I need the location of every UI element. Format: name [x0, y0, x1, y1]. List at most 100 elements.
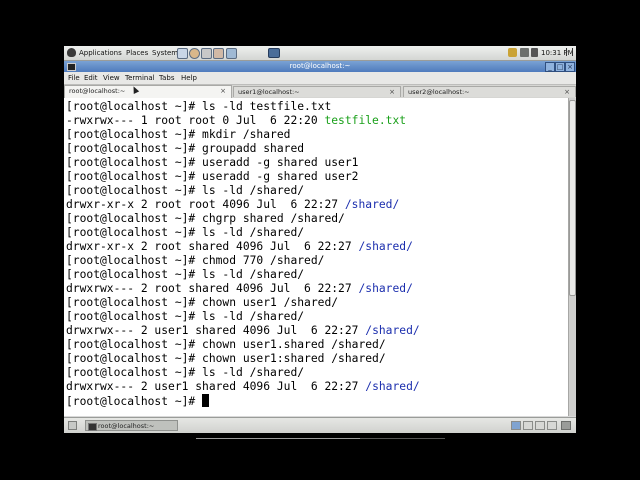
scrollbar-thumb[interactable] [569, 100, 576, 296]
terminal-app-icon[interactable] [67, 63, 76, 71]
terminal-line-text: drwxr-xr-x 2 root root 4096 Jul 6 22:27 [66, 198, 345, 211]
terminal-task-icon [88, 423, 97, 431]
note-icon[interactable] [226, 48, 237, 59]
trash-icon[interactable] [561, 421, 571, 430]
terminal-line-text: [root@localhost ~]# chown user1:shared /… [66, 352, 386, 365]
terminal-line: [root@localhost ~]# chown user1.shared /… [66, 338, 386, 352]
system-menu[interactable]: System [152, 49, 178, 57]
terminal-line: drwxrwx--- 2 user1 shared 4096 Jul 6 22:… [66, 324, 420, 338]
desktop-screen: Applications Places System 10:31 PM root… [64, 46, 576, 433]
terminal-line: [root@localhost ~]# ls -ld /shared/ [66, 310, 304, 324]
terminal-line: [root@localhost ~]# chown user1:shared /… [66, 352, 386, 366]
launcher-icon[interactable] [177, 48, 188, 59]
terminal-line: [root@localhost ~]# ls -ld /shared/ [66, 268, 304, 282]
editor-icon[interactable] [213, 48, 224, 59]
terminal-line-highlight: /shared/ [344, 198, 400, 211]
terminal-line: drwxr-xr-x 2 root root 4096 Jul 6 22:27 … [66, 198, 399, 212]
terminal-line-text: [root@localhost ~]# ls -ld /shared/ [66, 226, 305, 239]
network-icon[interactable] [520, 48, 529, 57]
bottom-panel: root@localhost:~ [64, 417, 576, 433]
window-title-bar[interactable]: root@localhost:~ _ □ × [64, 61, 576, 72]
terminal-line: [root@localhost ~]# useradd -g shared us… [66, 156, 358, 170]
update-notifier-icon[interactable] [508, 48, 517, 57]
terminal-line-text: [root@localhost ~]# ls -ld /shared/ [66, 366, 305, 379]
tab-close-icon[interactable]: × [389, 87, 395, 98]
terminal-line: drwxrwx--- 2 user1 shared 4096 Jul 6 22:… [66, 380, 420, 394]
mail-icon[interactable] [201, 48, 212, 59]
terminal-line-text: [root@localhost ~]# ls -ld /shared/ [66, 184, 305, 197]
menu-bar: File Edit View Terminal Tabs Help [64, 72, 576, 85]
menu-tabs[interactable]: Tabs [159, 72, 175, 84]
taskbar-window-button[interactable]: root@localhost:~ [85, 420, 178, 431]
volume-icon[interactable] [531, 48, 538, 57]
terminal-line-highlight: /shared/ [365, 380, 420, 393]
terminal-line-text: [root@localhost ~]# ls -ld /shared/ [66, 268, 305, 281]
terminal-line-text: [root@localhost ~]# chmod 770 /shared/ [66, 254, 325, 267]
terminal-line-text: drwxrwx--- 2 user1 shared 4096 Jul 6 22:… [66, 380, 366, 393]
terminal-line: [root@localhost ~]# chgrp shared /shared… [66, 212, 345, 226]
terminal-line: [root@localhost ~]# [66, 394, 210, 408]
terminal-output[interactable]: [root@localhost ~]# ls -ld testfile.txt -… [64, 98, 568, 416]
gnome-foot-icon[interactable] [67, 48, 76, 57]
terminal-line-text: [root@localhost ~]# chgrp shared /shared… [66, 212, 345, 225]
terminal-line-text: [root@localhost ~]# useradd -g shared us… [66, 156, 359, 169]
video-progress-fill [196, 438, 361, 439]
terminal-line: [root@localhost ~]# ls -ld testfile.txt [66, 100, 331, 114]
tab-bar: root@localhost:~ × user1@localhost:~ × u… [64, 85, 576, 99]
tab-label: user2@localhost:~ [408, 88, 470, 96]
workspace-1[interactable] [511, 421, 521, 430]
terminal-line: drwxr-xr-x 2 root shared 4096 Jul 6 22:2… [66, 240, 413, 254]
workspace-4[interactable] [547, 421, 557, 430]
terminal-line-highlight: /shared/ [358, 282, 413, 295]
close-button[interactable]: × [565, 62, 575, 72]
terminal-line: [root@localhost ~]# ls -ld /shared/ [66, 184, 304, 198]
show-desktop-button[interactable] [68, 421, 77, 430]
terminal-line: [root@localhost ~]# mkdir /shared [66, 128, 290, 142]
terminal-line-text: drwxrwx--- 2 root shared 4096 Jul 6 22:2… [66, 282, 359, 295]
terminal-line: drwxrwx--- 2 root shared 4096 Jul 6 22:2… [66, 282, 413, 296]
text-cursor [202, 394, 210, 407]
tab-label: root@localhost:~ [69, 87, 126, 95]
terminal-line: [root@localhost ~]# ls -ld /shared/ [66, 226, 304, 240]
tab-label: user1@localhost:~ [238, 88, 300, 96]
terminal-line: [root@localhost ~]# chown user1 /shared/ [66, 296, 338, 310]
terminal-line-text: [root@localhost ~]# ls -ld testfile.txt [66, 100, 332, 113]
menu-terminal[interactable]: Terminal [125, 72, 155, 84]
taskbar-window-label: root@localhost:~ [98, 422, 155, 430]
workspace-2[interactable] [523, 421, 533, 430]
tab-user1[interactable]: user1@localhost:~ × [233, 86, 401, 97]
tab-user2[interactable]: user2@localhost:~ × [403, 86, 576, 97]
terminal-line-text: [root@localhost ~]# [66, 395, 203, 408]
terminal-line-highlight: /shared/ [365, 324, 420, 337]
browser-icon[interactable] [189, 48, 200, 59]
terminal-line-highlight: /shared/ [358, 240, 413, 253]
menu-file[interactable]: File [68, 72, 80, 84]
menu-help[interactable]: Help [181, 72, 197, 84]
maximize-button[interactable]: □ [555, 62, 565, 72]
terminal-line-text: [root@localhost ~]# ls -ld /shared/ [66, 310, 305, 323]
terminal-line: [root@localhost ~]# ls -ld /shared/ [66, 366, 304, 380]
applications-menu[interactable]: Applications [79, 49, 122, 57]
menu-view[interactable]: View [103, 72, 120, 84]
tab-close-icon[interactable]: × [564, 87, 570, 98]
terminal-line-text: -rwxrwx--- 1 root root 0 Jul 6 22:20 [66, 114, 325, 127]
show-desktop-icon[interactable] [268, 48, 280, 58]
terminal-line-text: [root@localhost ~]# chown user1.shared /… [66, 338, 386, 351]
video-progress-track[interactable] [196, 438, 445, 439]
tab-root[interactable]: root@localhost:~ × [64, 85, 232, 98]
workspace-3[interactable] [535, 421, 545, 430]
scrollbar[interactable] [568, 98, 576, 416]
terminal-line-text: [root@localhost ~]# chown user1 /shared/ [66, 296, 339, 309]
terminal-line-highlight: testfile.txt [324, 114, 407, 127]
menu-edit[interactable]: Edit [84, 72, 98, 84]
terminal-line: [root@localhost ~]# groupadd shared [66, 142, 304, 156]
terminal-line: [root@localhost ~]# useradd -g shared us… [66, 170, 358, 184]
terminal-line: [root@localhost ~]# chmod 770 /shared/ [66, 254, 324, 268]
terminal-line-text: drwxr-xr-x 2 root shared 4096 Jul 6 22:2… [66, 240, 359, 253]
window-title: root@localhost:~ [289, 62, 351, 70]
tab-close-icon[interactable]: × [220, 86, 226, 97]
top-panel: Applications Places System 10:31 PM [64, 46, 576, 61]
terminal-line: -rwxrwx--- 1 root root 0 Jul 6 22:20 tes… [66, 114, 406, 128]
minimize-button[interactable]: _ [545, 62, 555, 72]
places-menu[interactable]: Places [126, 49, 148, 57]
